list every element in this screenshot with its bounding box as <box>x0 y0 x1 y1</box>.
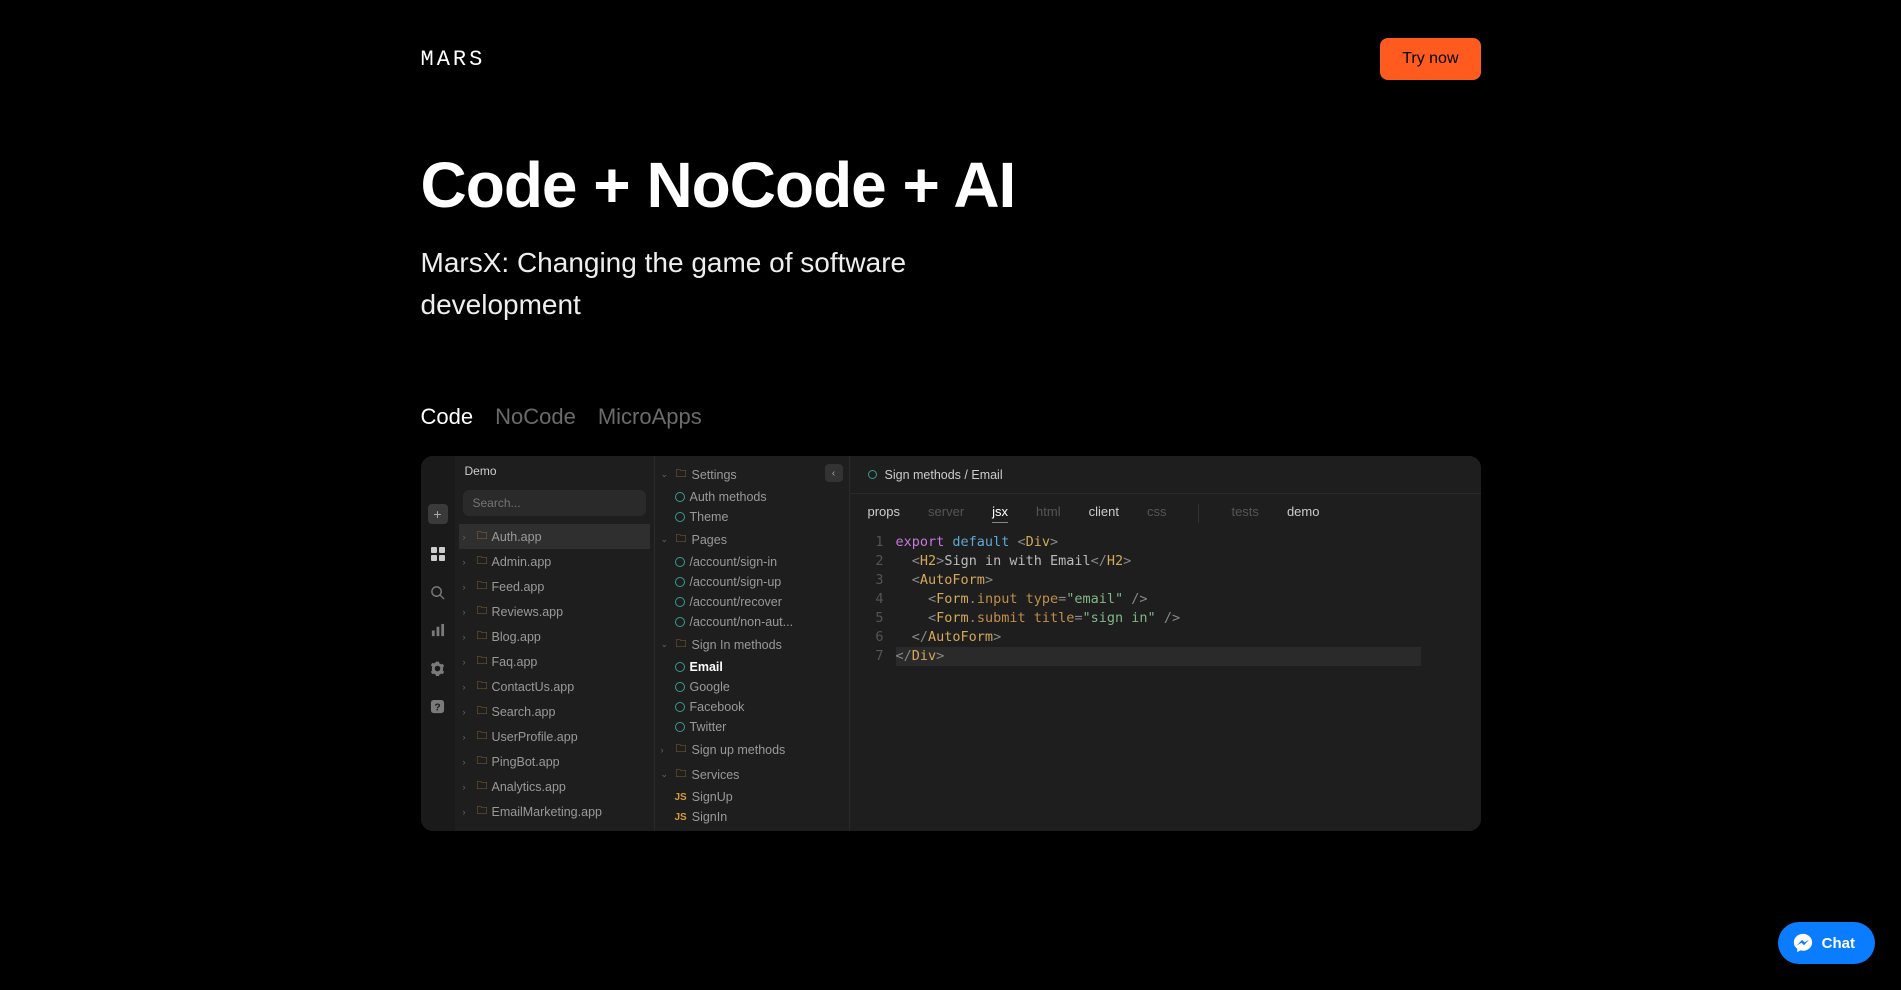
panel-title: Demo <box>455 456 654 486</box>
search-icon[interactable] <box>430 584 446 600</box>
app-tree-item[interactable]: ›🗀EmailMarketing.app <box>459 799 650 824</box>
hero: Code + NoCode + AI MarsX: Changing the g… <box>421 150 1481 326</box>
code-block[interactable]: 1234567 export default <Div> <H2>Sign in… <box>850 529 1481 666</box>
add-icon[interactable]: + <box>428 504 448 524</box>
hero-subtitle: MarsX: Changing the game of software dev… <box>421 242 1061 326</box>
header: MARS Try now <box>421 0 1481 80</box>
app-tree-item[interactable]: ›🗀Blog.app <box>459 624 650 649</box>
code-pane: Sign methods / Email props server jsx html c… <box>850 456 1481 831</box>
subtab-jsx[interactable]: jsx <box>992 504 1008 523</box>
search-input[interactable] <box>463 490 646 516</box>
code-editor: + ? Demo ›🗀Auth.app›🗀Admin.app›🗀 <box>421 456 1481 831</box>
tree-item[interactable]: Email <box>655 657 849 677</box>
tree-item[interactable]: /account/sign-in <box>655 552 849 572</box>
collapse-panel-icon[interactable]: ‹ <box>825 464 843 482</box>
help-icon[interactable]: ? <box>430 698 446 714</box>
stats-icon[interactable] <box>430 622 446 638</box>
subtab-client[interactable]: client <box>1089 504 1119 523</box>
tree-js-file[interactable]: JSSignUp <box>655 787 849 807</box>
panel-title-text: Demo <box>465 464 497 478</box>
file-status-icon <box>868 470 877 479</box>
tree-folder[interactable]: ⌄🗀Settings <box>655 462 849 487</box>
app-tree-item[interactable]: ›🗀Analytics.app <box>459 774 650 799</box>
subtab-server[interactable]: server <box>928 504 964 523</box>
line-gutter: 1234567 <box>850 533 896 666</box>
app-tree-item[interactable]: ›🗀Faq.app <box>459 649 650 674</box>
tree-folder[interactable]: ›🗀Sign up methods <box>655 737 849 762</box>
file-tab-bar: Sign methods / Email <box>850 456 1481 494</box>
tree-item[interactable]: Twitter <box>655 717 849 737</box>
tree-js-file[interactable]: JSCreateNewAwsLa... <box>655 827 849 831</box>
tree-item[interactable]: /account/sign-up <box>655 572 849 592</box>
file-tab-label[interactable]: Sign methods / Email <box>885 468 1003 482</box>
tree-item[interactable]: /account/recover <box>655 592 849 612</box>
tab-microapps[interactable]: MicroApps <box>598 404 702 430</box>
settings-icon[interactable] <box>430 660 446 676</box>
app-tree-item[interactable]: ›🗀PingBot.app <box>459 749 650 774</box>
app-tree-item[interactable]: ›🗀UserProfile.app <box>459 724 650 749</box>
app-tree-panel: Demo ›🗀Auth.app›🗀Admin.app›🗀Feed.app›🗀Re… <box>455 456 655 831</box>
tree-folder[interactable]: ⌄🗀Sign In methods <box>655 632 849 657</box>
editor-rail: + ? <box>421 456 455 831</box>
messenger-icon <box>1792 932 1814 954</box>
subtab-html[interactable]: html <box>1036 504 1061 523</box>
tab-code[interactable]: Code <box>421 404 474 430</box>
tree-item[interactable]: Google <box>655 677 849 697</box>
tab-nocode[interactable]: NoCode <box>495 404 576 430</box>
subtab-demo[interactable]: demo <box>1287 504 1320 523</box>
svg-text:?: ? <box>434 702 440 713</box>
code-lines: export default <Div> <H2>Sign in with Em… <box>896 533 1481 666</box>
tree-js-file[interactable]: JSSignIn <box>655 807 849 827</box>
subtab-css[interactable]: css <box>1147 504 1167 523</box>
try-now-button[interactable]: Try now <box>1380 38 1480 80</box>
app-tree-item[interactable]: ›🗀Feed.app <box>459 574 650 599</box>
tree-item[interactable]: Auth methods <box>655 487 849 507</box>
app-tree-item[interactable]: ›🗀Search.app <box>459 699 650 724</box>
subtab-props[interactable]: props <box>868 504 901 523</box>
tree-item[interactable]: Facebook <box>655 697 849 717</box>
apps-icon[interactable] <box>430 546 446 562</box>
app-tree-item[interactable]: ›🗀Admin.app <box>459 549 650 574</box>
app-tree-item[interactable]: ›🗀Notifications.app <box>459 824 650 831</box>
tree-item[interactable]: Theme <box>655 507 849 527</box>
app-tree-item[interactable]: ›🗀ContactUs.app <box>459 674 650 699</box>
editor-subtabs: props server jsx html client css tests demo <box>850 494 1481 529</box>
hero-title: Code + NoCode + AI <box>421 150 1481 220</box>
logo[interactable]: MARS <box>421 47 486 72</box>
tree-item[interactable]: /account/non-aut... <box>655 612 849 632</box>
app-tree: ›🗀Auth.app›🗀Admin.app›🗀Feed.app›🗀Reviews… <box>455 524 654 831</box>
subtab-tests[interactable]: tests <box>1231 504 1258 523</box>
tree-folder[interactable]: ⌄🗀Services <box>655 762 849 787</box>
tree-folder[interactable]: ⌄🗀Pages <box>655 527 849 552</box>
app-tree-item[interactable]: ›🗀Reviews.app <box>459 599 650 624</box>
file-tree-panel: ‹ ⌄🗀SettingsAuth methodsTheme⌄🗀Pages/acc… <box>655 456 850 831</box>
app-tree-item[interactable]: ›🗀Auth.app <box>459 524 650 549</box>
chat-widget[interactable]: Chat <box>1778 922 1875 964</box>
feature-tabs: Code NoCode MicroApps <box>421 404 1481 430</box>
chat-label: Chat <box>1822 935 1855 952</box>
